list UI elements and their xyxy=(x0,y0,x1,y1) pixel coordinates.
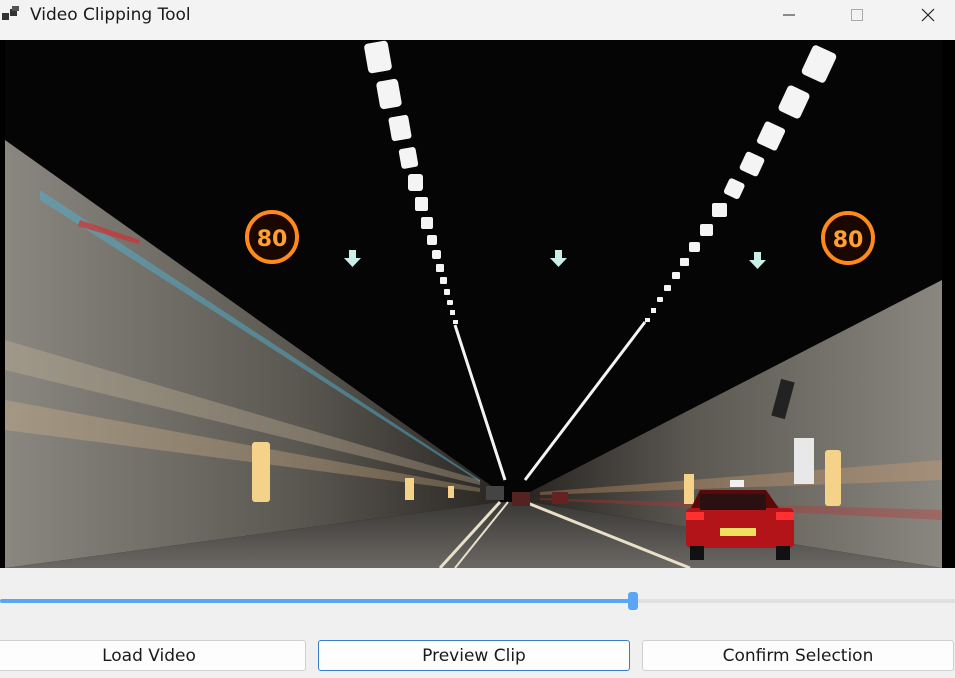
title-bar: Video Clipping Tool xyxy=(0,0,955,40)
timeline-slider[interactable] xyxy=(0,590,955,612)
svg-text:80: 80 xyxy=(257,227,288,252)
svg-text:80: 80 xyxy=(833,228,864,253)
video-preview[interactable]: 80 80 xyxy=(0,40,955,568)
minimize-icon xyxy=(783,14,795,16)
slider-fill xyxy=(0,599,633,603)
close-button[interactable] xyxy=(905,0,951,30)
slider-handle[interactable] xyxy=(628,592,638,610)
speed-sign-left: 80 xyxy=(245,210,299,264)
minimize-button[interactable] xyxy=(766,0,812,30)
app-icon xyxy=(2,6,19,20)
confirm-selection-button[interactable]: Confirm Selection xyxy=(642,640,954,671)
window-title: Video Clipping Tool xyxy=(30,5,191,25)
maximize-icon xyxy=(851,9,863,21)
maximize-button[interactable] xyxy=(834,0,880,30)
load-video-button[interactable]: Load Video xyxy=(0,640,306,671)
video-frame-image: 80 80 xyxy=(0,40,955,568)
preview-clip-button[interactable]: Preview Clip xyxy=(318,640,630,671)
speed-sign-right: 80 xyxy=(821,211,875,265)
close-icon xyxy=(921,8,935,22)
